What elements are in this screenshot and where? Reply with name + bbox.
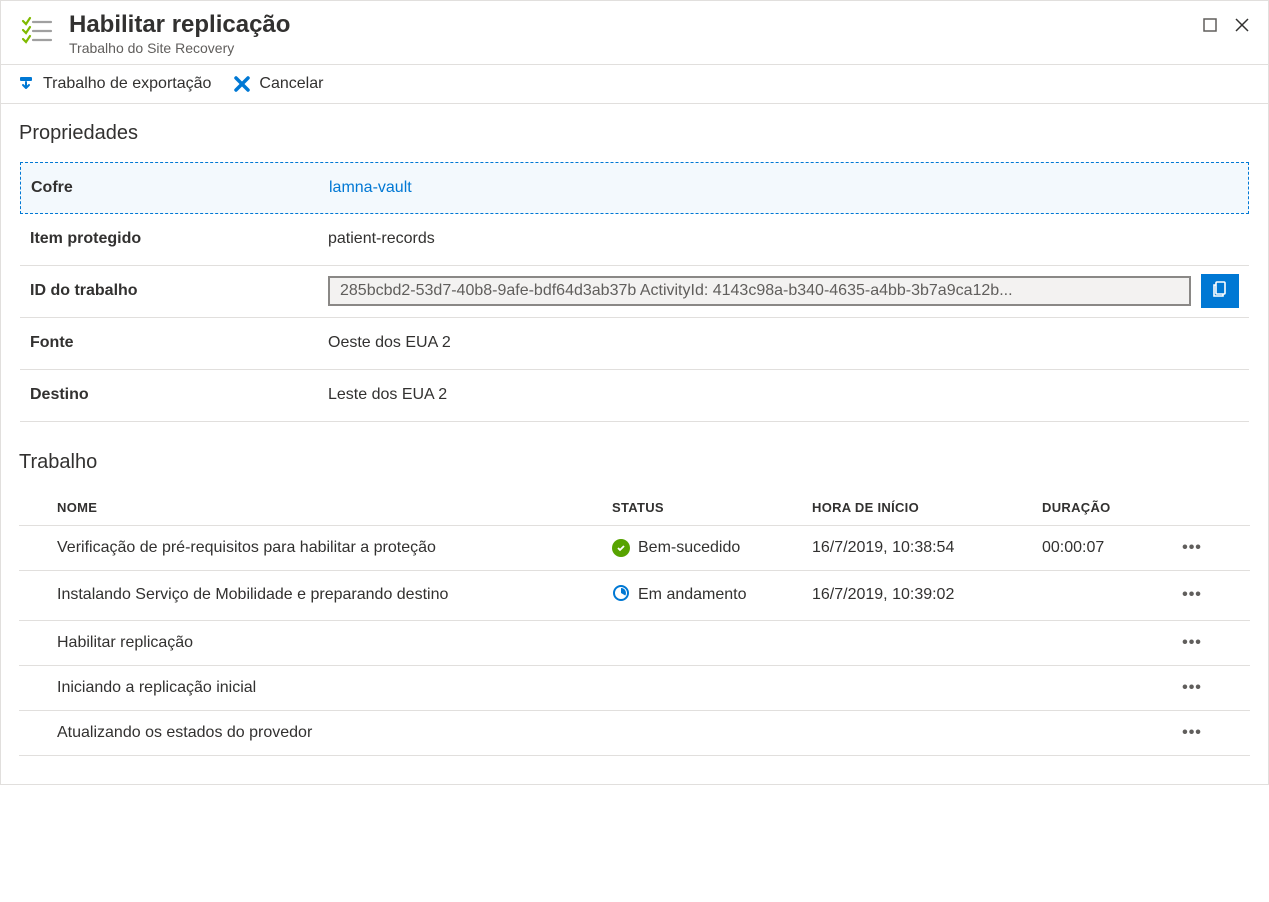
property-label: Cofre xyxy=(31,179,329,197)
job-table: NOME STATUS HORA DE INÍCIO DURAÇÃO Verif… xyxy=(19,490,1250,756)
blade-panel: Habilitar replicação Trabalho do Site Re… xyxy=(0,0,1269,785)
property-target: Destino Leste dos EUA 2 xyxy=(20,370,1249,422)
properties-table: Cofre lamna-vault Item protegido patient… xyxy=(19,161,1250,423)
job-id-field[interactable]: 285bcbd2-53d7-40b8-9afe-bdf64d3ab37b Act… xyxy=(328,276,1191,306)
cancel-button[interactable]: Cancelar xyxy=(233,75,323,93)
property-value-link[interactable]: lamna-vault xyxy=(329,179,1238,197)
job-name: Verificação de pré-requisitos para habil… xyxy=(27,539,612,557)
job-name: Habilitar replicação xyxy=(27,634,612,652)
table-header: NOME STATUS HORA DE INÍCIO DURAÇÃO xyxy=(19,490,1250,525)
table-row[interactable]: Habilitar replicação ••• xyxy=(19,620,1250,665)
table-row[interactable]: Atualizando os estados do provedor ••• xyxy=(19,710,1250,756)
job-name: Atualizando os estados do provedor xyxy=(27,724,612,742)
property-value: Oeste dos EUA 2 xyxy=(328,334,1239,352)
job-icon xyxy=(17,11,57,51)
job-name: Instalando Serviço de Mobilidade e prepa… xyxy=(27,586,612,604)
property-label: Fonte xyxy=(30,334,328,352)
cancel-label: Cancelar xyxy=(259,75,323,93)
more-icon[interactable]: ••• xyxy=(1172,539,1212,557)
job-status: Bem-sucedido xyxy=(612,539,812,557)
content: Propriedades Cofre lamna-vault Item prot… xyxy=(1,104,1268,784)
export-job-button[interactable]: Trabalho de exportação xyxy=(17,75,211,93)
col-header-status[interactable]: STATUS xyxy=(612,500,812,515)
export-job-label: Trabalho de exportação xyxy=(43,75,211,93)
property-vault[interactable]: Cofre lamna-vault xyxy=(20,162,1249,214)
page-subtitle: Trabalho do Site Recovery xyxy=(69,40,1200,56)
job-start: 16/7/2019, 10:39:02 xyxy=(812,586,1042,604)
col-header-start[interactable]: HORA DE INÍCIO xyxy=(812,500,1042,515)
job-section: Trabalho NOME STATUS HORA DE INÍCIO DURA… xyxy=(19,451,1250,756)
more-icon[interactable]: ••• xyxy=(1172,724,1212,742)
close-icon[interactable] xyxy=(1232,15,1252,35)
page-title: Habilitar replicação xyxy=(69,11,1200,40)
export-icon xyxy=(17,75,35,93)
col-header-duration[interactable]: DURAÇÃO xyxy=(1042,500,1172,515)
property-label: ID do trabalho xyxy=(30,282,328,300)
blade-header: Habilitar replicação Trabalho do Site Re… xyxy=(1,1,1268,65)
copy-button[interactable] xyxy=(1201,274,1239,308)
property-label: Item protegido xyxy=(30,230,328,248)
toolbar: Trabalho de exportação Cancelar xyxy=(1,65,1268,104)
maximize-icon[interactable] xyxy=(1200,15,1220,35)
job-status: Em andamento xyxy=(612,584,812,607)
col-header-name[interactable]: NOME xyxy=(27,500,612,515)
properties-heading: Propriedades xyxy=(19,122,1250,145)
table-row[interactable]: Verificação de pré-requisitos para habil… xyxy=(19,525,1250,570)
more-icon[interactable]: ••• xyxy=(1172,679,1212,697)
job-name: Iniciando a replicação inicial xyxy=(27,679,612,697)
property-value: 285bcbd2-53d7-40b8-9afe-bdf64d3ab37b Act… xyxy=(328,274,1239,308)
success-icon xyxy=(612,539,630,557)
property-value: patient-records xyxy=(328,230,1239,248)
more-icon[interactable]: ••• xyxy=(1172,586,1212,604)
job-duration: 00:00:07 xyxy=(1042,539,1172,557)
copy-icon xyxy=(1211,280,1229,303)
cancel-icon xyxy=(233,75,251,93)
job-start: 16/7/2019, 10:38:54 xyxy=(812,539,1042,557)
progress-icon xyxy=(612,584,630,607)
property-value: Leste dos EUA 2 xyxy=(328,386,1239,404)
table-row[interactable]: Iniciando a replicação inicial ••• xyxy=(19,665,1250,710)
property-label: Destino xyxy=(30,386,328,404)
table-row[interactable]: Instalando Serviço de Mobilidade e prepa… xyxy=(19,570,1250,620)
property-source: Fonte Oeste dos EUA 2 xyxy=(20,318,1249,370)
job-heading: Trabalho xyxy=(19,451,1250,474)
property-job-id: ID do trabalho 285bcbd2-53d7-40b8-9afe-b… xyxy=(20,266,1249,318)
more-icon[interactable]: ••• xyxy=(1172,634,1212,652)
property-protected-item: Item protegido patient-records xyxy=(20,214,1249,266)
